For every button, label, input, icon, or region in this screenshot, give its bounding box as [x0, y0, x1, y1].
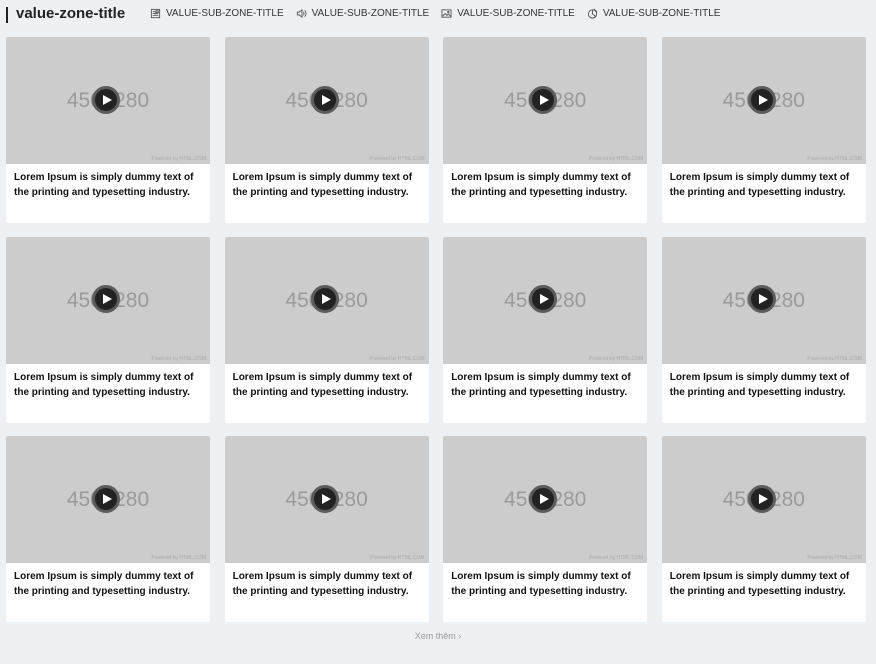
play-icon[interactable]	[92, 285, 120, 313]
card-caption[interactable]: Lorem Ipsum is simply dummy text of the …	[225, 364, 429, 400]
video-card[interactable]: 450×280Powered by HTML.COMLorem Ipsum is…	[661, 436, 866, 622]
card-caption[interactable]: Lorem Ipsum is simply dummy text of the …	[662, 364, 866, 400]
card-caption[interactable]: Lorem Ipsum is simply dummy text of the …	[6, 364, 210, 400]
powered-by-text: Powered by HTML.COM	[151, 156, 206, 162]
video-thumbnail[interactable]: 450×280Powered by HTML.COM	[443, 436, 648, 563]
image-icon	[441, 9, 452, 18]
see-more-label: Xem thêm	[414, 631, 456, 641]
video-card[interactable]: 450×280Powered by HTML.COMLorem Ipsum is…	[443, 436, 648, 622]
video-card[interactable]: 450×280Powered by HTML.COMLorem Ipsum is…	[224, 236, 429, 423]
video-thumbnail[interactable]: 450×280Powered by HTML.COM	[224, 436, 429, 563]
video-card[interactable]: 450×280Powered by HTML.COMLorem Ipsum is…	[443, 236, 648, 423]
sub-zone-label: VALUE-SUB-ZONE-TITLE	[602, 8, 721, 19]
speaker-icon	[296, 8, 307, 19]
powered-by-text: Powered by HTML.COM	[807, 156, 862, 162]
card-caption[interactable]: Lorem Ipsum is simply dummy text of the …	[6, 563, 210, 599]
sub-zone-link-4[interactable]: VALUE-SUB-ZONE-TITLE	[587, 8, 721, 19]
zone-title: value-zone-title	[16, 5, 126, 22]
powered-by-text: Powered by HTML.COM	[151, 555, 206, 561]
play-icon[interactable]	[747, 484, 776, 513]
powered-by-text: Powered by HTML.COM	[588, 555, 644, 561]
card-caption[interactable]: Lorem Ipsum is simply dummy text of the …	[443, 364, 647, 400]
video-thumbnail[interactable]: 450×280Powered by HTML.COM	[661, 236, 866, 364]
card-caption[interactable]: Lorem Ipsum is simply dummy text of the …	[225, 164, 429, 200]
play-icon[interactable]	[92, 85, 120, 114]
video-card[interactable]: 450×280Powered by HTML.COMLorem Ipsum is…	[224, 37, 429, 223]
powered-by-text: Powered by HTML.COM	[370, 555, 425, 561]
sub-zone-label: VALUE-SUB-ZONE-TITLE	[166, 8, 284, 19]
video-card[interactable]: 450×280Powered by HTML.COMLorem Ipsum is…	[661, 37, 866, 223]
video-thumbnail[interactable]: 450×280Powered by HTML.COM	[443, 236, 648, 364]
card-caption[interactable]: Lorem Ipsum is simply dummy text of the …	[443, 563, 647, 599]
powered-by-text: Powered by HTML.COM	[588, 355, 644, 362]
powered-by-text: Powered by HTML.COM	[370, 156, 425, 162]
sub-zone-label: VALUE-SUB-ZONE-TITLE	[311, 8, 430, 19]
pie-chart-icon	[587, 8, 598, 19]
video-grid: 450×280Powered by HTML.COMLorem Ipsum is…	[6, 37, 866, 622]
play-icon[interactable]	[310, 484, 339, 513]
sub-zone-label: VALUE-SUB-ZONE-TITLE	[457, 8, 575, 19]
document-icon	[150, 8, 161, 19]
video-card[interactable]: 450×280Powered by HTML.COMLorem Ipsum is…	[6, 236, 210, 423]
see-more-link[interactable]: Xem thêm ›	[415, 631, 462, 641]
video-thumbnail[interactable]: 450×280Powered by HTML.COM	[224, 236, 429, 364]
title-accent-bar	[6, 7, 8, 23]
video-card[interactable]: 450×280Powered by HTML.COMLorem Ipsum is…	[661, 236, 866, 423]
video-card[interactable]: 450×280Powered by HTML.COMLorem Ipsum is…	[443, 37, 648, 223]
chevron-right-icon: ›	[458, 631, 462, 641]
video-thumbnail[interactable]: 450×280Powered by HTML.COM	[6, 436, 210, 563]
play-icon[interactable]	[529, 285, 558, 313]
play-icon[interactable]	[747, 285, 776, 313]
video-card[interactable]: 450×280Powered by HTML.COMLorem Ipsum is…	[6, 37, 210, 223]
video-thumbnail[interactable]: 450×280Powered by HTML.COM	[443, 37, 648, 164]
play-icon[interactable]	[310, 285, 339, 313]
powered-by-text: Powered by HTML.COM	[151, 355, 206, 362]
play-icon[interactable]	[92, 484, 120, 513]
video-thumbnail[interactable]: 450×280Powered by HTML.COM	[661, 436, 866, 563]
video-thumbnail[interactable]: 450×280Powered by HTML.COM	[6, 37, 210, 164]
video-thumbnail[interactable]: 450×280Powered by HTML.COM	[224, 37, 429, 164]
sub-zone-link-3[interactable]: VALUE-SUB-ZONE-TITLE	[441, 8, 575, 19]
card-caption[interactable]: Lorem Ipsum is simply dummy text of the …	[6, 164, 210, 200]
powered-by-text: Powered by HTML.COM	[807, 555, 862, 561]
card-caption[interactable]: Lorem Ipsum is simply dummy text of the …	[225, 563, 429, 599]
sub-zone-list: VALUE-SUB-ZONE-TITLE VALUE-SUB-ZONE-TITL…	[150, 8, 720, 19]
card-caption[interactable]: Lorem Ipsum is simply dummy text of the …	[662, 563, 866, 599]
video-thumbnail[interactable]: 450×280Powered by HTML.COM	[661, 37, 866, 164]
powered-by-text: Powered by HTML.COM	[588, 156, 644, 162]
video-card[interactable]: 450×280Powered by HTML.COMLorem Ipsum is…	[224, 436, 429, 622]
sub-zone-link-2[interactable]: VALUE-SUB-ZONE-TITLE	[296, 8, 430, 19]
sub-zone-link-1[interactable]: VALUE-SUB-ZONE-TITLE	[150, 8, 284, 19]
powered-by-text: Powered by HTML.COM	[807, 355, 862, 362]
play-icon[interactable]	[529, 484, 558, 513]
zone-header: value-zone-title VALUE-SUB-ZONE-TITLE VA…	[0, 0, 876, 30]
card-caption[interactable]: Lorem Ipsum is simply dummy text of the …	[662, 164, 866, 200]
powered-by-text: Powered by HTML.COM	[370, 355, 425, 362]
card-caption[interactable]: Lorem Ipsum is simply dummy text of the …	[443, 164, 647, 200]
see-more: Xem thêm ›	[0, 631, 876, 641]
play-icon[interactable]	[310, 85, 339, 114]
play-icon[interactable]	[529, 85, 558, 114]
video-thumbnail[interactable]: 450×280Powered by HTML.COM	[6, 236, 210, 364]
video-card[interactable]: 450×280Powered by HTML.COMLorem Ipsum is…	[6, 436, 210, 622]
play-icon[interactable]	[747, 85, 776, 114]
